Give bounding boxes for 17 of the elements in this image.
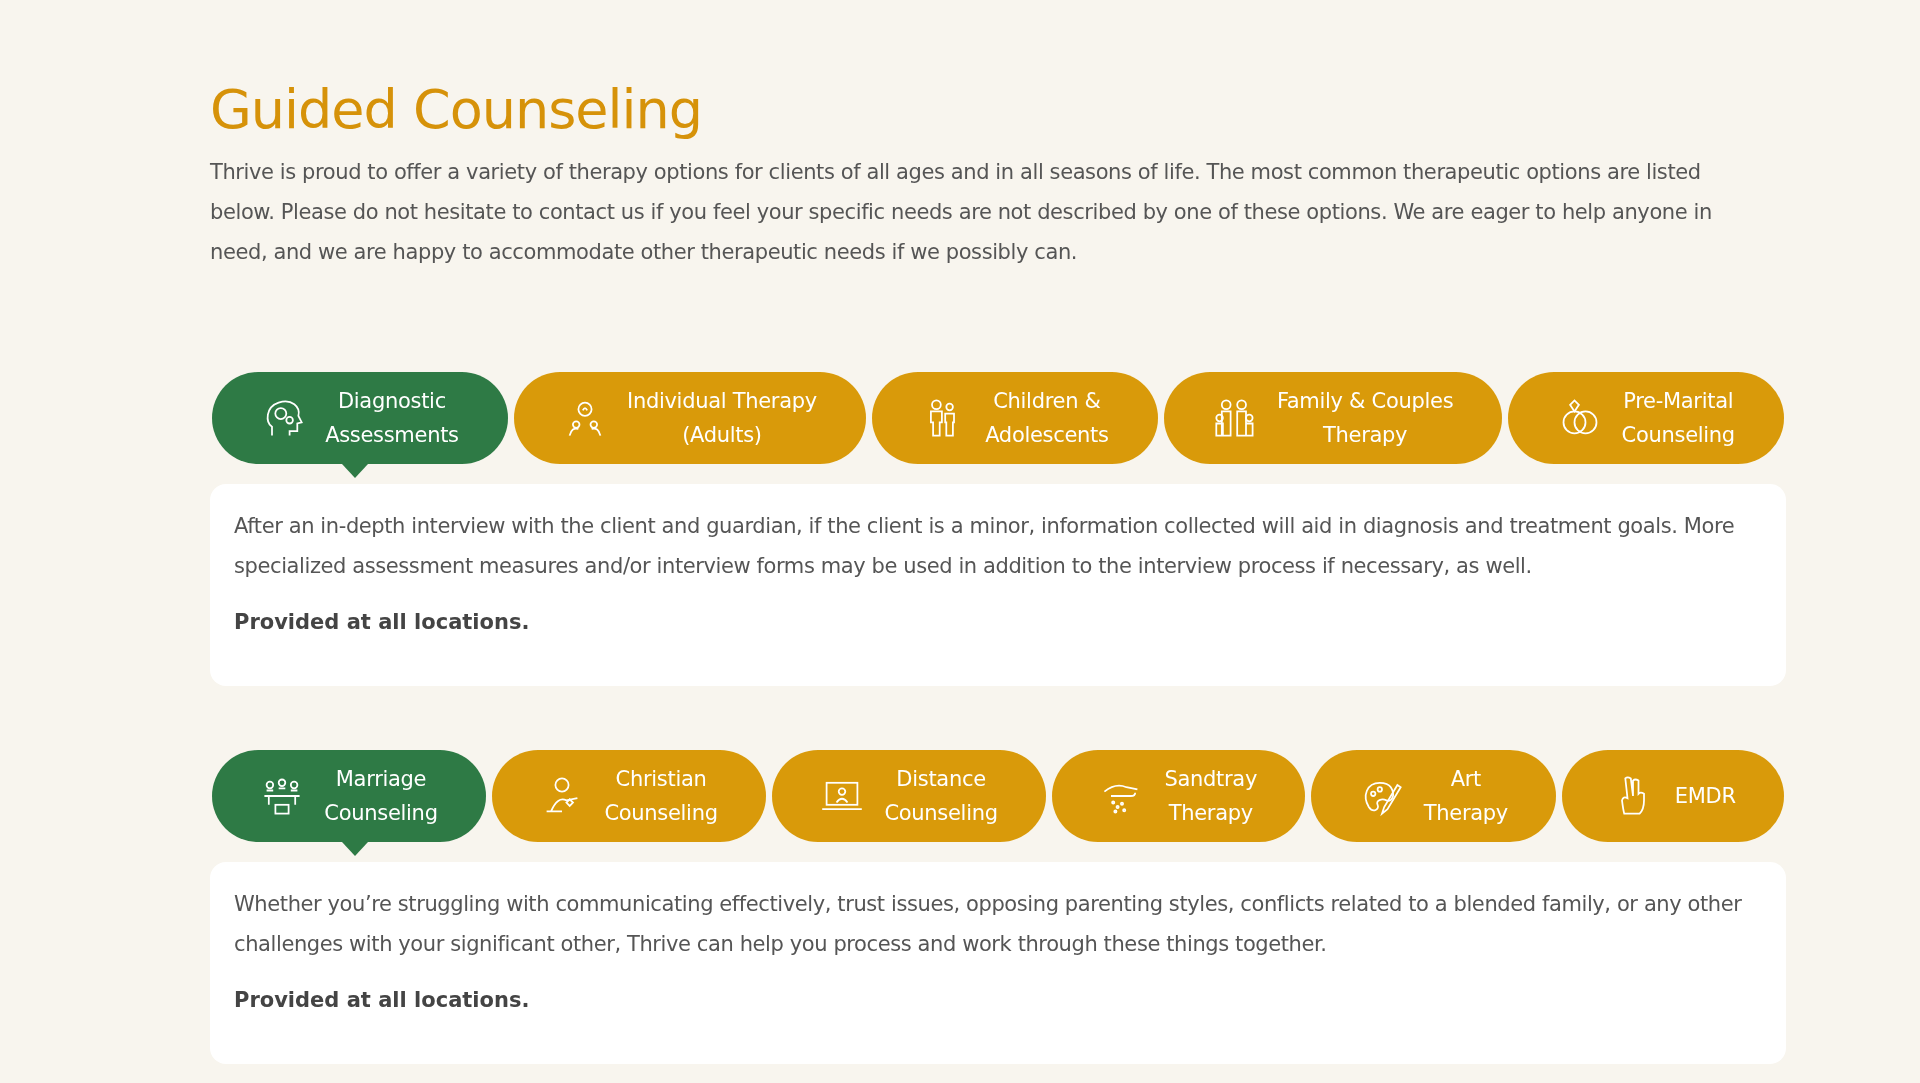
tab[interactable]: Sandtray Therapy	[1052, 750, 1306, 842]
tab[interactable]: Individual Therapy (Adults)	[513, 372, 867, 464]
tab[interactable]: Distance Counseling	[772, 750, 1047, 842]
tab[interactable]: Children & Adolescents	[872, 372, 1158, 464]
tab[interactable]: Diagnostic Assessments	[212, 372, 508, 464]
locations-note: Provided at all locations.	[234, 609, 531, 636]
locations-note: Provided at all locations.	[234, 987, 531, 1014]
description-text: Whether you’re struggling with communicating effectively, trust issues, opposing parenting styles, conflicts related to a blended family, or any other challenges with your significant other, Thrive can help you process and work through these things together.	[234, 891, 1743, 958]
tab[interactable]: Pre-Marital Counseling	[1508, 372, 1785, 464]
page-title: Guided Counseling	[210, 78, 704, 142]
description-text: After an in-depth interview with the client and guardian, if the client is a minor, information collected will aid in diagnosis and treatment goals. More specialized assessment measures and/or interview forms may be used in addition to the interview process if necessary, as well.	[234, 513, 1736, 580]
tab[interactable]: Art Therapy	[1311, 750, 1557, 842]
tab[interactable]: EMDR	[1562, 750, 1785, 842]
tab[interactable]: Family & Couples Therapy	[1163, 372, 1503, 464]
tab[interactable]: Marriage Counseling	[212, 750, 487, 842]
tab[interactable]: Christian Counseling	[492, 750, 767, 842]
intro-paragraph: Thrive is proud to offer a variety of therapy options for clients of all ages and in all seasons of life. The most common therapeutic options are listed below. Please do not hesitate to contact us if you feel your specific needs are not described by one of these options. We are eager to help anyone in need, and we are happy to accommodate other therapeutic needs if we possibly can.	[210, 159, 1713, 266]
